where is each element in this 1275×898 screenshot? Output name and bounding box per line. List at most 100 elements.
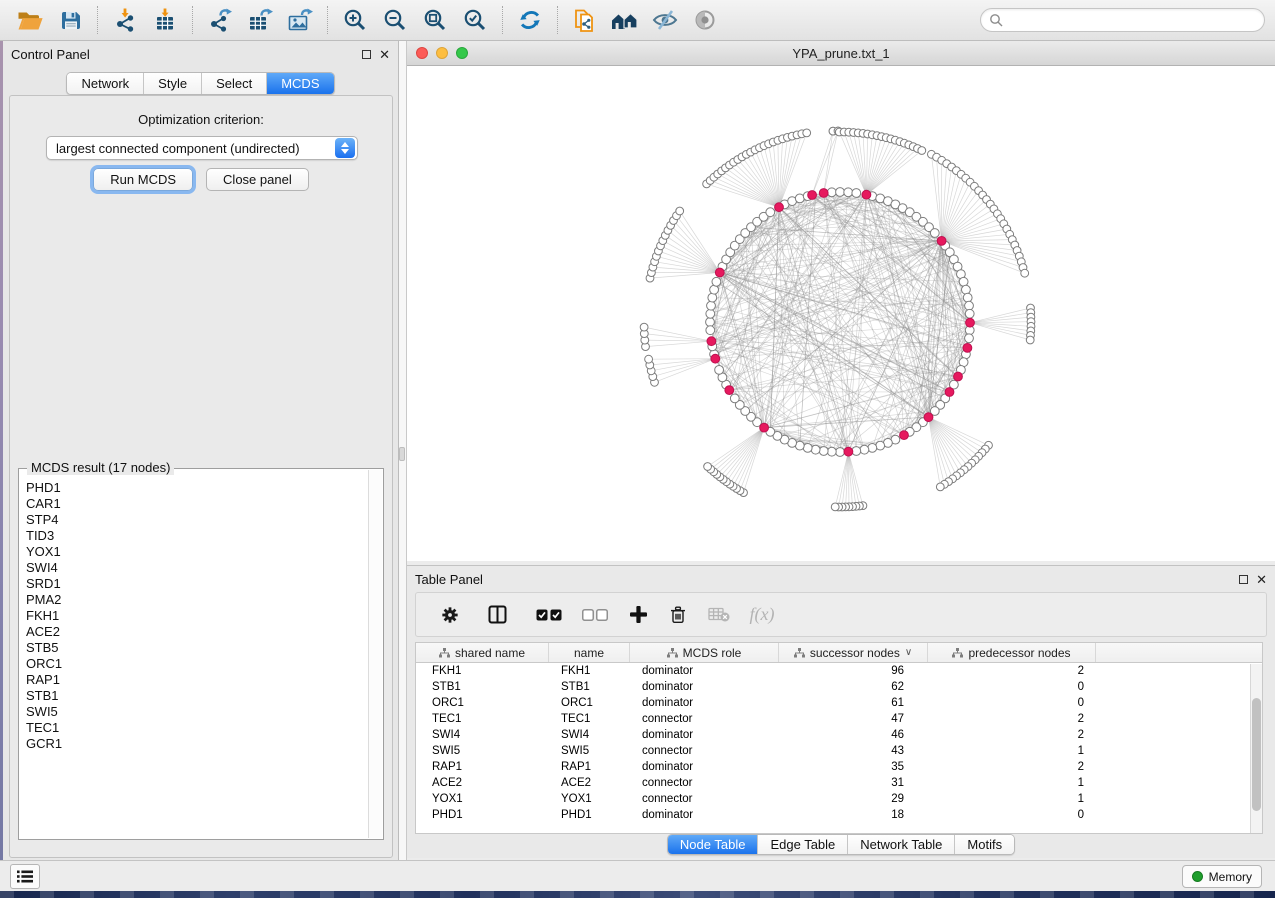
settings-gear-icon[interactable]	[432, 600, 468, 630]
memory-button[interactable]: Memory	[1182, 865, 1262, 888]
table-row[interactable]: RAP1RAP1dominator352	[416, 759, 1262, 775]
column-header-shared-name[interactable]: shared name	[416, 643, 549, 662]
close-panel-button[interactable]: ✕	[379, 50, 390, 59]
graph-node	[712, 277, 721, 286]
zoom-fit-icon[interactable]	[415, 3, 455, 37]
column-header-MCDS-role[interactable]: MCDS role	[630, 643, 779, 662]
column-header-successor-nodes[interactable]: successor nodes∨	[779, 643, 928, 662]
tab-style[interactable]: Style	[144, 73, 202, 94]
task-history-button[interactable]	[10, 864, 40, 889]
table-row[interactable]: TEC1TEC1connector472	[416, 711, 1262, 727]
close-table-panel-button[interactable]: ✕	[1256, 575, 1267, 584]
mcds-result-item[interactable]: STB1	[26, 688, 368, 704]
vertical-splitter[interactable]	[399, 41, 407, 861]
mcds-result-item[interactable]: PMA2	[26, 592, 368, 608]
zoom-out-icon[interactable]	[375, 3, 415, 37]
tab-network[interactable]: Network	[67, 73, 144, 94]
add-column-icon[interactable]	[618, 600, 658, 630]
node-table: shared namenameMCDS rolesuccessor nodes∨…	[415, 642, 1263, 834]
refresh-icon[interactable]	[510, 3, 550, 37]
table-scrollbar-thumb[interactable]	[1252, 698, 1261, 811]
table-cell: SWI5	[416, 745, 549, 757]
function-builder-icon[interactable]: f(x)	[740, 600, 784, 630]
open-folder-icon[interactable]	[10, 3, 50, 37]
zoom-selected-icon[interactable]	[455, 3, 495, 37]
table-row[interactable]: ORC1ORC1dominator610	[416, 695, 1262, 711]
table-cell: YOX1	[549, 793, 630, 805]
show-all-icon[interactable]	[685, 3, 725, 37]
table-cell: 46	[779, 729, 928, 741]
splitter-grip[interactable]	[399, 447, 405, 461]
mcds-result-item[interactable]: TID3	[26, 528, 368, 544]
table-row[interactable]: STB1STB1dominator620	[416, 679, 1262, 695]
column-header-name[interactable]: name	[549, 643, 630, 662]
clone-network-icon[interactable]	[565, 3, 605, 37]
mcds-result-item[interactable]: PHD1	[26, 480, 368, 496]
tab-node-table[interactable]: Node Table	[668, 835, 759, 854]
graph-leaf-node	[640, 323, 648, 331]
search-input[interactable]	[1003, 13, 1256, 27]
import-network-icon[interactable]	[105, 3, 145, 37]
delete-table-icon[interactable]	[698, 600, 740, 630]
export-table-icon[interactable]	[240, 3, 280, 37]
mcds-result-item[interactable]: CAR1	[26, 496, 368, 512]
table-cell: YOX1	[416, 793, 549, 805]
mcds-result-item[interactable]: STP4	[26, 512, 368, 528]
tab-motifs[interactable]: Motifs	[955, 835, 1014, 854]
graph-node	[706, 326, 715, 335]
zoom-in-icon[interactable]	[335, 3, 375, 37]
task-list-icon	[17, 870, 33, 883]
hide-selected-icon[interactable]	[645, 3, 685, 37]
column-header-filler	[1096, 643, 1262, 662]
tab-mcds[interactable]: MCDS	[267, 73, 333, 94]
show-columns-icon[interactable]	[468, 600, 526, 630]
graph-leaf-node	[704, 463, 712, 471]
table-panel: Table Panel ✕	[407, 565, 1275, 858]
export-image-icon[interactable]	[280, 3, 320, 37]
optimization-criterion-select[interactable]: largest connected component (undirected)	[46, 136, 358, 160]
mcds-result-item[interactable]: FKH1	[26, 608, 368, 624]
mcds-result-item[interactable]: ACE2	[26, 624, 368, 640]
mcds-result-item[interactable]: SWI4	[26, 560, 368, 576]
save-icon[interactable]	[50, 3, 90, 37]
import-table-icon[interactable]	[145, 3, 185, 37]
mcds-node	[844, 447, 853, 456]
network-window-titlebar[interactable]: YPA_prune.txt_1	[407, 41, 1275, 66]
mcds-result-item[interactable]: ORC1	[26, 656, 368, 672]
table-row[interactable]: SWI5SWI5connector431	[416, 743, 1262, 759]
table-scrollbar[interactable]	[1250, 664, 1262, 833]
table-row[interactable]: SWI4SWI4dominator462	[416, 727, 1262, 743]
close-panel-button-mcds[interactable]: Close panel	[206, 168, 309, 191]
tab-select[interactable]: Select	[202, 73, 267, 94]
select-all-icon[interactable]	[526, 600, 572, 630]
table-row[interactable]: PHD1PHD1dominator180	[416, 807, 1262, 823]
column-header-predecessor-nodes[interactable]: predecessor nodes	[928, 643, 1096, 662]
mcds-result-item[interactable]: SRD1	[26, 576, 368, 592]
mcds-result-item[interactable]: TEC1	[26, 720, 368, 736]
first-neighbors-icon[interactable]	[605, 3, 645, 37]
float-table-panel-button[interactable]	[1239, 575, 1248, 584]
run-mcds-button[interactable]: Run MCDS	[93, 168, 193, 191]
network-canvas[interactable]	[407, 66, 1273, 560]
mcds-list-scrollbar[interactable]	[368, 470, 382, 838]
graph-node	[868, 444, 877, 453]
tab-network-table[interactable]: Network Table	[848, 835, 955, 854]
select-stepper-icon	[335, 138, 355, 158]
tab-edge-table[interactable]: Edge Table	[758, 835, 848, 854]
table-row[interactable]: YOX1YOX1connector291	[416, 791, 1262, 807]
mcds-result-item[interactable]: YOX1	[26, 544, 368, 560]
mcds-node	[760, 423, 769, 432]
node-table-header: shared namenameMCDS rolesuccessor nodes∨…	[416, 643, 1262, 663]
mcds-result-item[interactable]: SWI5	[26, 704, 368, 720]
mcds-result-item[interactable]: RAP1	[26, 672, 368, 688]
table-cell: 96	[779, 665, 928, 677]
mcds-result-item[interactable]: GCR1	[26, 736, 368, 752]
search-field[interactable]	[980, 8, 1265, 32]
table-row[interactable]: ACE2ACE2connector311	[416, 775, 1262, 791]
export-network-icon[interactable]	[200, 3, 240, 37]
table-row[interactable]: FKH1FKH1dominator962	[416, 663, 1262, 679]
deselect-all-icon[interactable]	[572, 600, 618, 630]
float-panel-button[interactable]	[362, 50, 371, 59]
delete-column-icon[interactable]	[658, 600, 698, 630]
mcds-result-item[interactable]: STB5	[26, 640, 368, 656]
